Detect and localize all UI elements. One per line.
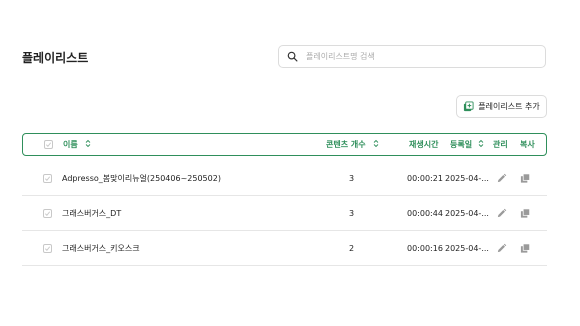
row-registered: 2025-04-... — [445, 208, 489, 218]
sort-icon[interactable] — [373, 139, 379, 150]
table-row[interactable]: Adpresso_봄맞이리뉴얼(250406~250502) 3 00:00:2… — [22, 161, 547, 196]
row-registered: 2025-04-... — [445, 173, 489, 183]
row-content-count: 2 — [349, 243, 355, 253]
add-playlist-button[interactable]: 플레이리스트 추가 — [456, 95, 547, 118]
row-checkbox[interactable] — [43, 208, 52, 218]
row-registered: 2025-04-... — [445, 243, 489, 253]
header-name[interactable]: 이름 — [63, 134, 91, 155]
copy-icon[interactable] — [520, 243, 531, 254]
search-box[interactable] — [278, 45, 546, 68]
copy-icon[interactable] — [520, 208, 531, 219]
add-playlist-label: 플레이리스트 추가 — [478, 102, 540, 111]
row-content-count: 3 — [349, 208, 355, 218]
table-row[interactable]: 그래스버거스_DT 3 00:00:44 2025-04-... — [22, 196, 547, 231]
header-manage: 관리 — [493, 140, 508, 149]
search-icon — [287, 47, 298, 66]
header-registered[interactable]: 등록일 — [450, 134, 484, 155]
header-copy: 복사 — [520, 140, 535, 149]
select-all-checkbox[interactable] — [44, 140, 53, 149]
pencil-icon[interactable] — [496, 243, 507, 254]
sort-icon[interactable] — [478, 139, 484, 150]
header-content-count-label: 콘텐츠 개수 — [326, 140, 366, 149]
header-content-count[interactable]: 콘텐츠 개수 — [326, 134, 379, 155]
table-row[interactable]: 그래스버거스_키오스크 2 00:00:16 2025-04-... — [22, 231, 547, 266]
header-duration: 재생시간 — [409, 140, 439, 149]
table-header: 이름 콘텐츠 개수 재생시간 등록일 관리 복사 — [22, 133, 547, 156]
row-checkbox[interactable] — [43, 243, 52, 253]
page-title: 플레이리스트 — [22, 51, 89, 65]
row-name[interactable]: Adpresso_봄맞이리뉴얼(250406~250502) — [62, 161, 221, 195]
header-name-label: 이름 — [63, 140, 78, 149]
row-duration: 00:00:16 — [407, 243, 443, 253]
pencil-icon[interactable] — [496, 173, 507, 184]
playlist-add-icon — [463, 101, 474, 112]
copy-icon[interactable] — [520, 173, 531, 184]
row-duration: 00:00:21 — [407, 173, 443, 183]
row-checkbox[interactable] — [43, 173, 52, 183]
row-name[interactable]: 그래스버거스_키오스크 — [62, 231, 140, 265]
pencil-icon[interactable] — [496, 208, 507, 219]
search-input[interactable] — [304, 51, 528, 62]
row-content-count: 3 — [349, 173, 355, 183]
header-registered-label: 등록일 — [450, 140, 473, 149]
row-name[interactable]: 그래스버거스_DT — [62, 196, 121, 230]
sort-icon[interactable] — [85, 139, 91, 150]
row-duration: 00:00:44 — [407, 208, 443, 218]
